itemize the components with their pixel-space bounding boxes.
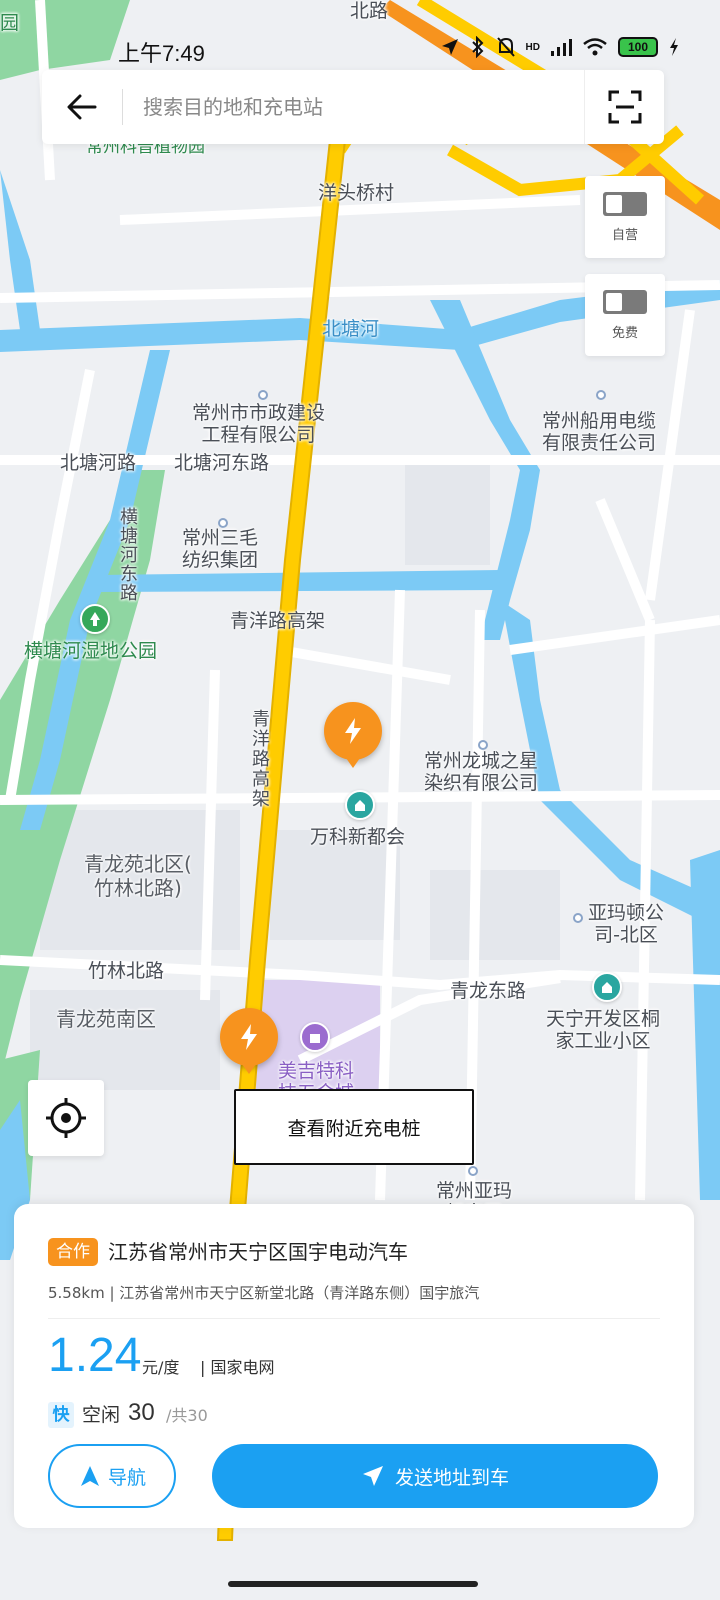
map-label-longcheng[interactable]: 常州龙城之星 染织有限公司 [424, 750, 538, 794]
status-time: 上午7:49 [118, 41, 205, 66]
charging-station-pin[interactable] [220, 1008, 278, 1074]
location-icon [441, 39, 458, 55]
status-bar: 上午7:49 HD 100 [0, 26, 720, 70]
scan-icon [608, 90, 641, 124]
map-label-top-road: 北路 [350, 0, 389, 22]
map-label-hengtang-park[interactable]: 横塘河湿地公园 [24, 640, 157, 662]
network-hd-label: HD [525, 41, 540, 53]
send-to-car-button[interactable]: 发送地址到车 [212, 1444, 658, 1508]
lightning-icon [241, 1024, 257, 1050]
map-label-hengtang-east-road: 横 塘 河 东 路 [120, 507, 138, 604]
send-label: 发送地址到车 [394, 1466, 509, 1489]
charging-icon [670, 38, 678, 56]
navigate-button[interactable]: 导航 [48, 1444, 176, 1508]
fast-charge-tag: 快 [48, 1402, 74, 1428]
residential-icon[interactable] [592, 972, 622, 1002]
total-count: /共30 [166, 1406, 208, 1425]
residential-icon[interactable] [345, 790, 375, 820]
bluetooth-icon [471, 36, 483, 58]
battery-icon: 100 [618, 37, 658, 57]
map-label-sanmao[interactable]: 常州三毛 纺织集团 [182, 527, 258, 571]
search-input[interactable] [123, 95, 584, 119]
search-bar [42, 70, 664, 144]
map-label-qinglong-east-road: 青龙东路 [450, 980, 527, 1002]
home-indicator[interactable] [228, 1581, 478, 1587]
navigation-arrow-icon [80, 1466, 99, 1486]
card-divider [48, 1318, 660, 1319]
station-name[interactable]: 江苏省常州市天宁区国宇电动汽车 [108, 1238, 408, 1266]
wifi-icon [583, 38, 607, 56]
poi-dot [468, 1166, 478, 1176]
map-label-qinglong-south[interactable]: 青龙苑南区 [56, 1008, 156, 1030]
map-label-beitanghe-road: 北塘河路 [60, 452, 137, 474]
toggle-switch[interactable] [603, 191, 647, 216]
toggle-label: 免费 [611, 325, 638, 341]
map-label-tianning[interactable]: 天宁开发区桐 家工业小区 [546, 1008, 660, 1052]
scan-button[interactable] [584, 70, 664, 144]
map-label-qinglong-north[interactable]: 青龙苑北区( 竹林北路) [84, 852, 192, 900]
map-label-chuanyong[interactable]: 常州船用电缆 有限责任公司 [542, 410, 656, 454]
map-label-qingyang-viaduct-vertical: 青 洋 路 高 架 [252, 709, 270, 810]
signal-icon [551, 39, 572, 56]
poi-dot [573, 913, 583, 923]
idle-count: 30 [128, 1399, 155, 1426]
price-provider: | 国家电网 [200, 1358, 275, 1377]
map-label-yangtou: 洋头桥村 [318, 182, 395, 204]
toggle-label: 自营 [611, 227, 638, 243]
map-label-yamadun[interactable]: 亚玛顿公 司-北区 [588, 902, 664, 946]
price-value: 1.24 [48, 1329, 142, 1382]
navigate-label: 导航 [107, 1466, 146, 1489]
toggle-switch[interactable] [603, 289, 647, 314]
mute-icon [496, 37, 515, 57]
idle-label: 空闲 [82, 1404, 121, 1426]
map-label-shizheng[interactable]: 常州市市政建设 工程有限公司 [192, 402, 325, 446]
price-unit: 元/度 [142, 1358, 180, 1377]
back-button[interactable] [42, 70, 122, 144]
map-label-qingyang-viaduct: 青洋路高架 [230, 610, 326, 632]
poi-dot [258, 390, 268, 400]
lightning-icon [345, 718, 361, 744]
locate-button[interactable] [28, 1080, 104, 1156]
self-operated-toggle[interactable]: 自营 [585, 176, 665, 258]
poi-dot [596, 390, 606, 400]
back-arrow-icon [67, 94, 97, 120]
free-toggle[interactable]: 免费 [585, 274, 665, 356]
map-label-beitang-river: 北塘河 [322, 318, 380, 340]
station-address: 5.58km | 江苏省常州市天宁区新堂北路（青洋路东侧）国宇旅汽 [48, 1284, 480, 1302]
nearby-chargers-button[interactable]: 查看附近充电桩 [234, 1089, 474, 1165]
station-card: 合作 江苏省常州市天宁区国宇电动汽车 5.58km | 江苏省常州市天宁区新堂北… [14, 1204, 694, 1528]
map-label-beitanghe-east-road: 北塘河东路 [174, 452, 270, 474]
map-label-vanke[interactable]: 万科新都会 [310, 826, 405, 848]
poi-dot [478, 740, 488, 750]
send-icon [362, 1466, 383, 1486]
crosshair-icon [46, 1098, 86, 1138]
shopping-icon[interactable] [300, 1022, 330, 1052]
park-icon[interactable] [80, 604, 110, 634]
map-label-zhulin-north-road: 竹林北路 [88, 960, 165, 982]
cooperation-badge: 合作 [48, 1238, 98, 1266]
charging-station-pin[interactable] [324, 702, 382, 768]
